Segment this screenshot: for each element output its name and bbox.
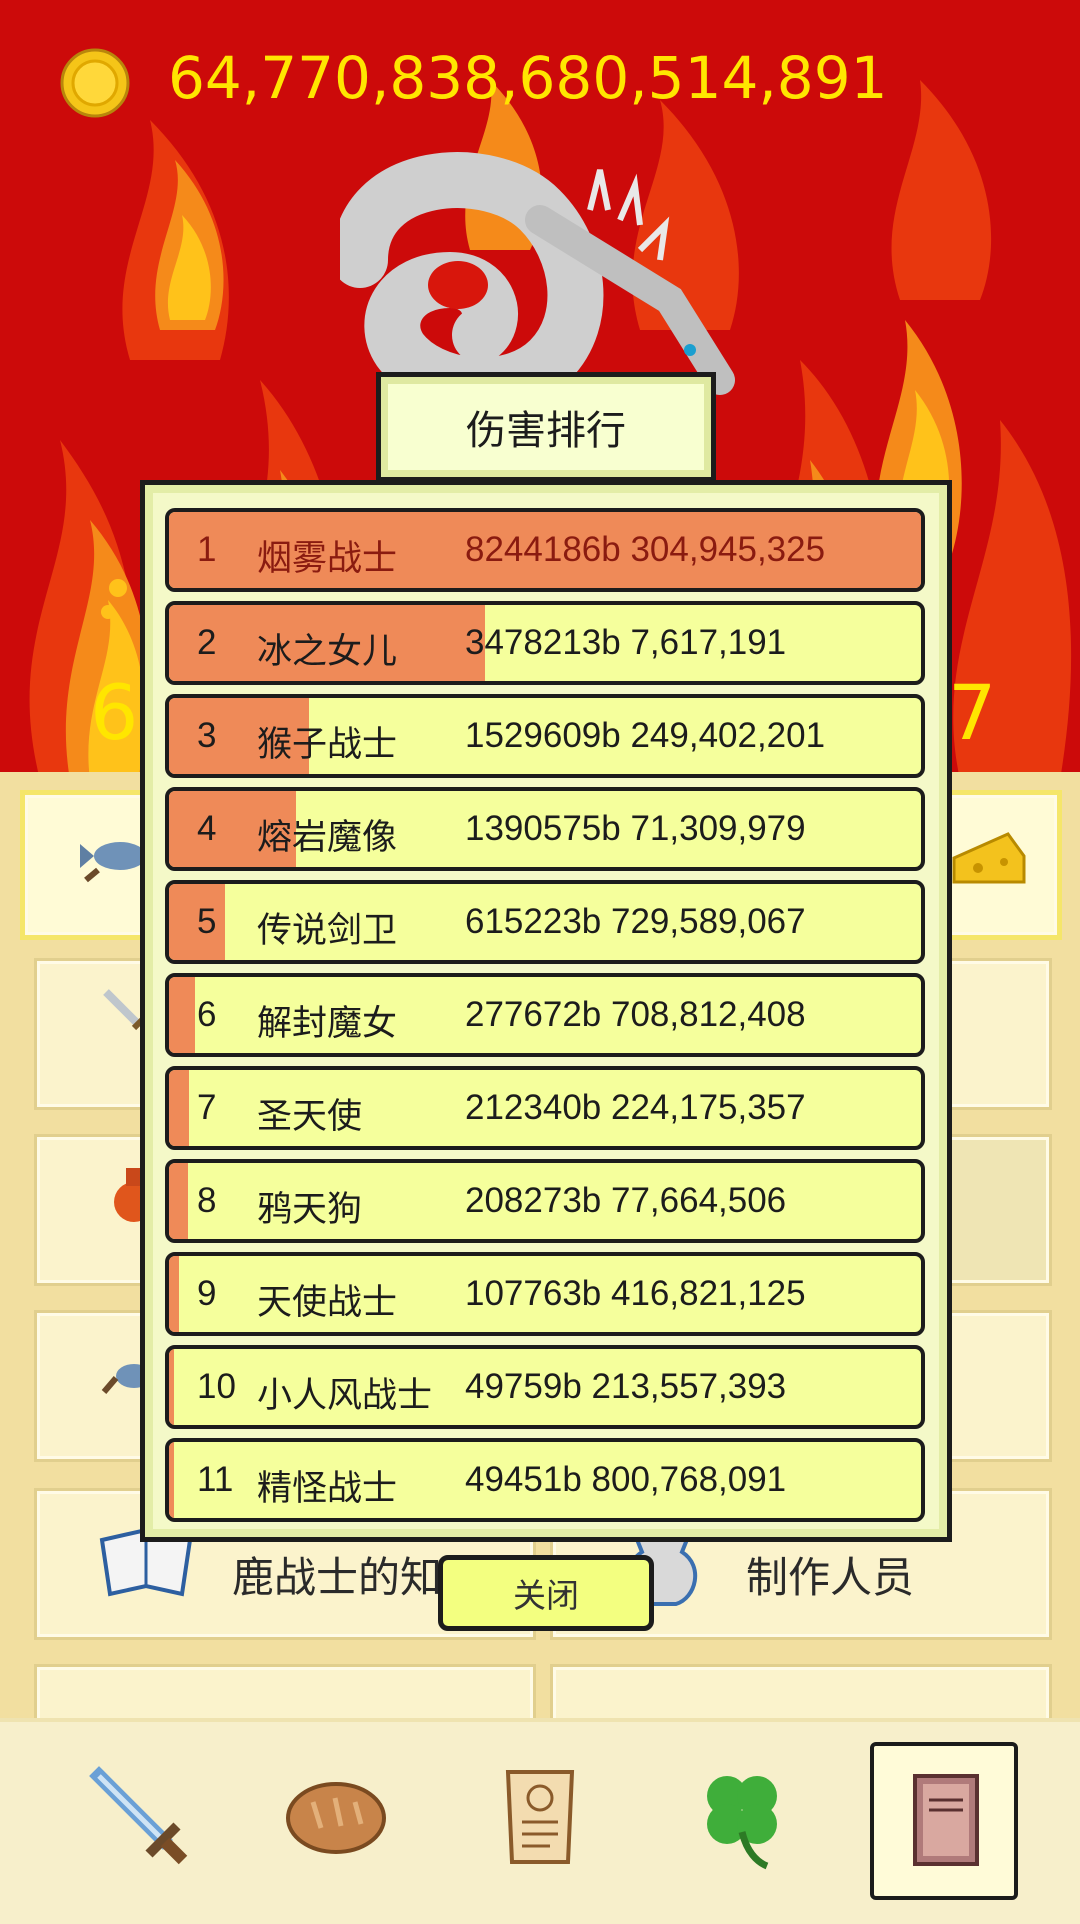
ranking-row: 7 圣天使 212340b 224,175,357: [165, 1066, 925, 1150]
ranking-row: 8 鸦天狗 208273b 77,664,506: [165, 1159, 925, 1243]
hero-name: 冰之女儿: [257, 632, 398, 671]
ranking-row: 10 小人风战士 49759b 213,557,393: [165, 1345, 925, 1429]
ranking-title: 伤害排行: [376, 372, 716, 482]
close-button[interactable]: 关闭: [438, 1555, 654, 1631]
ranking-row: 1 烟雾战士 8244186b 304,945,325: [165, 508, 925, 592]
damage-value: 8244186b 304,945,325: [465, 530, 826, 569]
damage-value: 277672b 708,812,408: [465, 995, 806, 1034]
tab-bread[interactable]: [266, 1742, 406, 1892]
rank-number: 5: [197, 902, 217, 941]
damage-value: 1390575b 71,309,979: [465, 809, 806, 848]
tab-sword[interactable]: [70, 1742, 210, 1892]
damage-value: 107763b 416,821,125: [465, 1274, 806, 1313]
ranking-row: 9 天使战士 107763b 416,821,125: [165, 1252, 925, 1336]
coin-icon: [60, 48, 130, 118]
scroll-icon: [505, 1770, 575, 1864]
ranking-row: 3 猴子战士 1529609b 249,402,201: [165, 694, 925, 778]
hero-name: 传说剑卫: [257, 911, 398, 950]
clover-icon: [707, 1776, 777, 1870]
rank-number: 3: [197, 716, 217, 755]
sword-icon: [89, 1766, 188, 1865]
tab-scroll[interactable]: [470, 1742, 610, 1892]
rank-number: 11: [197, 1460, 234, 1499]
hero-name: 精怪战士: [257, 1469, 398, 1508]
ranking-row: 11 精怪战士 49451b 800,768,091: [165, 1438, 925, 1522]
ranking-row: 2 冰之女儿 3478213b 7,617,191: [165, 601, 925, 685]
background-number-right: 7: [948, 668, 997, 757]
damage-share-bar: [169, 1163, 188, 1239]
bread-icon: [286, 1782, 386, 1854]
credits-label: 制作人员: [746, 1554, 915, 1601]
hero-name: 天使战士: [257, 1283, 398, 1322]
hero-name: 熔岩魔像: [257, 818, 398, 857]
coin-count: 64,770,838,680,514,891: [168, 44, 888, 112]
damage-value: 615223b 729,589,067: [465, 902, 806, 941]
ranking-row: 4 熔岩魔像 1390575b 71,309,979: [165, 787, 925, 871]
damage-value: 49759b 213,557,393: [465, 1367, 787, 1406]
background-number-left: 6: [90, 668, 139, 757]
tab-clover[interactable]: [672, 1742, 812, 1892]
book-icon: [913, 1774, 979, 1866]
damage-share-bar: [169, 1070, 189, 1146]
hero-name: 烟雾战士: [257, 539, 398, 578]
ranking-row: 6 解封魔女 277672b 708,812,408: [165, 973, 925, 1057]
rank-number: 8: [197, 1181, 217, 1220]
rank-number: 6: [197, 995, 217, 1034]
tab-book[interactable]: [870, 1742, 1018, 1900]
damage-share-bar: [169, 1442, 174, 1518]
damage-value: 3478213b 7,617,191: [465, 623, 787, 662]
damage-share-bar: [169, 977, 195, 1053]
rank-number: 1: [197, 530, 217, 569]
rank-number: 4: [197, 809, 217, 848]
hero-name: 解封魔女: [257, 1004, 398, 1043]
damage-value: 1529609b 249,402,201: [465, 716, 826, 755]
damage-value: 208273b 77,664,506: [465, 1181, 787, 1220]
rank-number: 9: [197, 1274, 217, 1313]
damage-share-bar: [169, 1349, 174, 1425]
damage-value: 49451b 800,768,091: [465, 1460, 787, 1499]
rank-number: 2: [197, 623, 217, 662]
rank-number: 7: [197, 1088, 217, 1127]
hero-name: 鸦天狗: [257, 1190, 363, 1229]
hero-name: 猴子战士: [257, 725, 398, 764]
hero-name: 圣天使: [257, 1097, 363, 1136]
cheese-icon: [952, 832, 1026, 884]
damage-share-bar: [169, 1256, 179, 1332]
rank-number: 10: [197, 1367, 236, 1406]
ranking-row: 5 传说剑卫 615223b 729,589,067: [165, 880, 925, 964]
damage-ranking-panel: 1 烟雾战士 8244186b 304,945,325 2 冰之女儿 3478213b 7…: [140, 480, 952, 1542]
hero-name: 小人风战士: [257, 1376, 433, 1415]
damage-value: 212340b 224,175,357: [465, 1088, 806, 1127]
